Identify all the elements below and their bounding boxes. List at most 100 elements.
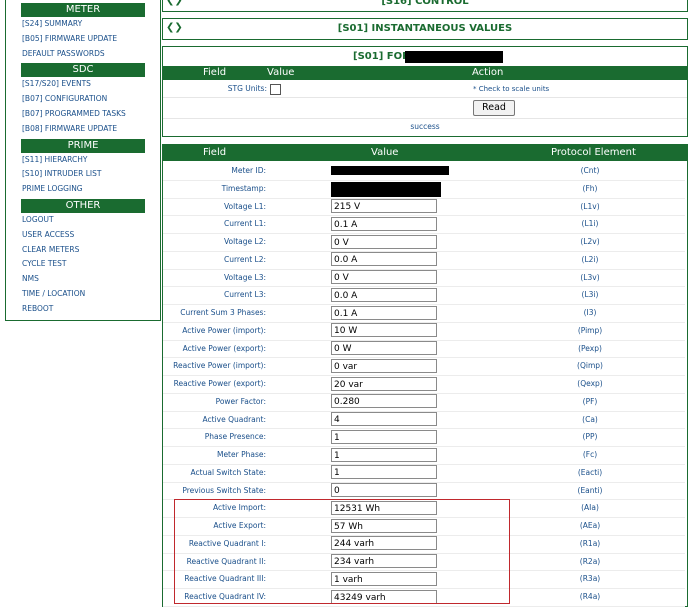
field-label: Active Quadrant: — [202, 414, 267, 424]
stg-units-checkbox[interactable] — [270, 84, 281, 95]
protocol-element: (Ca) — [582, 414, 598, 424]
value-field[interactable]: 0 V — [331, 270, 437, 284]
sidebar-item[interactable]: [S24] SUMMARY — [6, 17, 160, 32]
header-value: Value — [267, 67, 295, 78]
table-row: Actual Switch State: 1 (Eacti) — [163, 464, 685, 483]
value-field[interactable]: 1 — [331, 429, 437, 444]
sidebar-item[interactable]: NMS — [6, 272, 160, 287]
field-label: Voltage L1: — [224, 201, 266, 211]
instantaneous-section-header[interactable]: ❮❯ [S01] INSTANTANEOUS VALUES — [162, 18, 688, 40]
field-label: Current Sum 3 Phases: — [180, 308, 266, 317]
table-row: Power Factor: 0.280 (PF) — [163, 393, 685, 412]
sidebar-item[interactable]: [B05] FIRMWARE UPDATE — [6, 32, 160, 47]
protocol-element: (R1a) — [579, 538, 601, 548]
protocol-element: (PF) — [582, 396, 598, 406]
sidebar-item[interactable]: [B07] CONFIGURATION — [6, 92, 160, 107]
sidebar-item[interactable]: TIME / LOCATION — [6, 287, 160, 302]
header-value: Value — [371, 147, 399, 158]
redacted-block — [405, 51, 503, 63]
field-label: Voltage L3: — [224, 272, 266, 282]
field-label: Previous Switch State: — [182, 485, 266, 495]
header-field: Field — [203, 147, 227, 158]
sidebar-item[interactable]: CYCLE TEST — [6, 257, 160, 272]
field-label: Current L2: — [223, 254, 266, 264]
sidebar-item[interactable]: CLEAR METERS — [6, 243, 160, 258]
protocol-element: (I3) — [583, 308, 597, 317]
protocol-element: (L2i) — [581, 254, 599, 264]
field-label: Actual Switch State: — [190, 467, 266, 477]
for-panel-header: Field Value Action — [163, 66, 687, 80]
field-label: Reactive Power (export): — [173, 379, 266, 388]
collapse-icon[interactable]: ❮❯ — [166, 22, 183, 33]
protocol-element: (R2a) — [579, 556, 601, 566]
table-row: Reactive Power (export): 20 var (Qexp) — [163, 375, 685, 394]
field-label: Meter ID: — [231, 166, 266, 175]
header-field: Field — [203, 67, 227, 78]
sidebar-item[interactable]: USER ACCESS — [6, 228, 160, 243]
value-field[interactable]: 4 — [331, 412, 437, 426]
table-row: Voltage L2: 0 V (L2v) — [163, 233, 685, 252]
sidebar-item[interactable]: [B08] FIRMWARE UPDATE — [6, 122, 160, 137]
value-field[interactable]: 20 var — [331, 376, 437, 391]
read-button[interactable]: Read — [473, 100, 515, 116]
value-field[interactable]: 0.1 A — [331, 216, 437, 231]
sidebar-item[interactable]: LOGOUT — [6, 213, 160, 228]
highlight-box — [174, 499, 510, 604]
value-field[interactable]: 0 V — [331, 234, 437, 249]
field-label: Power Factor: — [215, 396, 266, 406]
protocol-element: (Eacti) — [577, 467, 603, 477]
instantaneous-section-title: [S01] INSTANTANEOUS VALUES — [337, 23, 513, 34]
value-field[interactable]: 1 — [331, 465, 437, 480]
protocol-element: (Qimp) — [577, 361, 603, 371]
status-text: success — [410, 122, 440, 131]
field-label: Active Power (import): — [182, 325, 266, 335]
value-field[interactable]: 0 — [331, 483, 437, 497]
values-table-header: Field Value Protocol Element — [163, 145, 687, 161]
value-field[interactable]: 10 W — [331, 323, 437, 338]
value-field[interactable]: 0.0 A — [331, 252, 437, 267]
sidebar-item[interactable]: [S10] INTRUDER LIST — [6, 167, 160, 182]
sidebar-group-sdc: SDC — [21, 63, 145, 78]
sidebar-item[interactable]: PRIME LOGGING — [6, 182, 160, 197]
table-row: Current L1: 0.1 A (L1i) — [163, 215, 685, 234]
sidebar-item[interactable]: [B07] PROGRAMMED TASKS — [6, 107, 160, 122]
redacted-value — [331, 181, 441, 197]
control-section-title: [S16] CONTROL — [381, 0, 469, 7]
value-field[interactable]: 1 — [331, 447, 437, 462]
protocol-element: (Fh) — [582, 183, 598, 193]
table-row: Reactive Power (import): 0 var (Qimp) — [163, 357, 685, 376]
header-action: Action — [472, 67, 504, 78]
table-row: Active Quadrant: 4 (Ca) — [163, 411, 685, 430]
sidebar-item[interactable]: [S17/S20] EVENTS — [6, 77, 160, 92]
table-row: Active Power (import): 10 W (Pimp) — [163, 322, 685, 341]
header-protocol-element: Protocol Element — [551, 147, 636, 158]
value-field[interactable]: 0 W — [331, 341, 437, 355]
protocol-element: (Fc) — [582, 450, 598, 459]
field-label: Timestamp: — [221, 183, 266, 193]
field-label: Voltage L2: — [224, 237, 266, 246]
protocol-element: (R4a) — [579, 592, 601, 601]
table-row: Voltage L3: 0 V (L3v) — [163, 269, 685, 288]
protocol-element: (Pimp) — [577, 325, 603, 335]
protocol-element: (Pexp) — [578, 343, 602, 353]
table-row: Phase Presence: 1 (PP) — [163, 428, 685, 447]
value-field[interactable]: 0.1 A — [331, 305, 437, 320]
protocol-element: (L3i) — [581, 290, 599, 300]
collapse-icon[interactable]: ❮❯ — [166, 0, 183, 6]
sidebar-item[interactable]: REBOOT — [6, 302, 160, 317]
sidebar-item[interactable]: [S11] HIERARCHY — [6, 153, 160, 168]
value-field[interactable]: 215 V — [331, 199, 437, 213]
for-panel-title: [S01] FOR — [353, 51, 410, 62]
protocol-element: (AIa) — [581, 503, 599, 513]
control-section-header[interactable]: ❮❯ [S16] CONTROL — [162, 0, 688, 12]
protocol-element: (AEa) — [579, 521, 601, 530]
value-field[interactable]: 0.0 A — [331, 287, 437, 302]
protocol-element: (L1v) — [580, 201, 600, 211]
sidebar-item[interactable]: DEFAULT PASSWORDS — [6, 47, 160, 62]
sidebar-nav: METER [S24] SUMMARY [B05] FIRMWARE UPDATE D… — [5, 0, 161, 321]
table-row: Meter Phase: 1 (Fc) — [163, 446, 685, 465]
table-row: Current Sum 3 Phases: 0.1 A (I3) — [163, 304, 685, 323]
value-field[interactable]: 0 var — [331, 358, 437, 373]
protocol-element: (Qexp) — [577, 379, 603, 388]
value-field[interactable]: 0.280 — [331, 394, 437, 409]
